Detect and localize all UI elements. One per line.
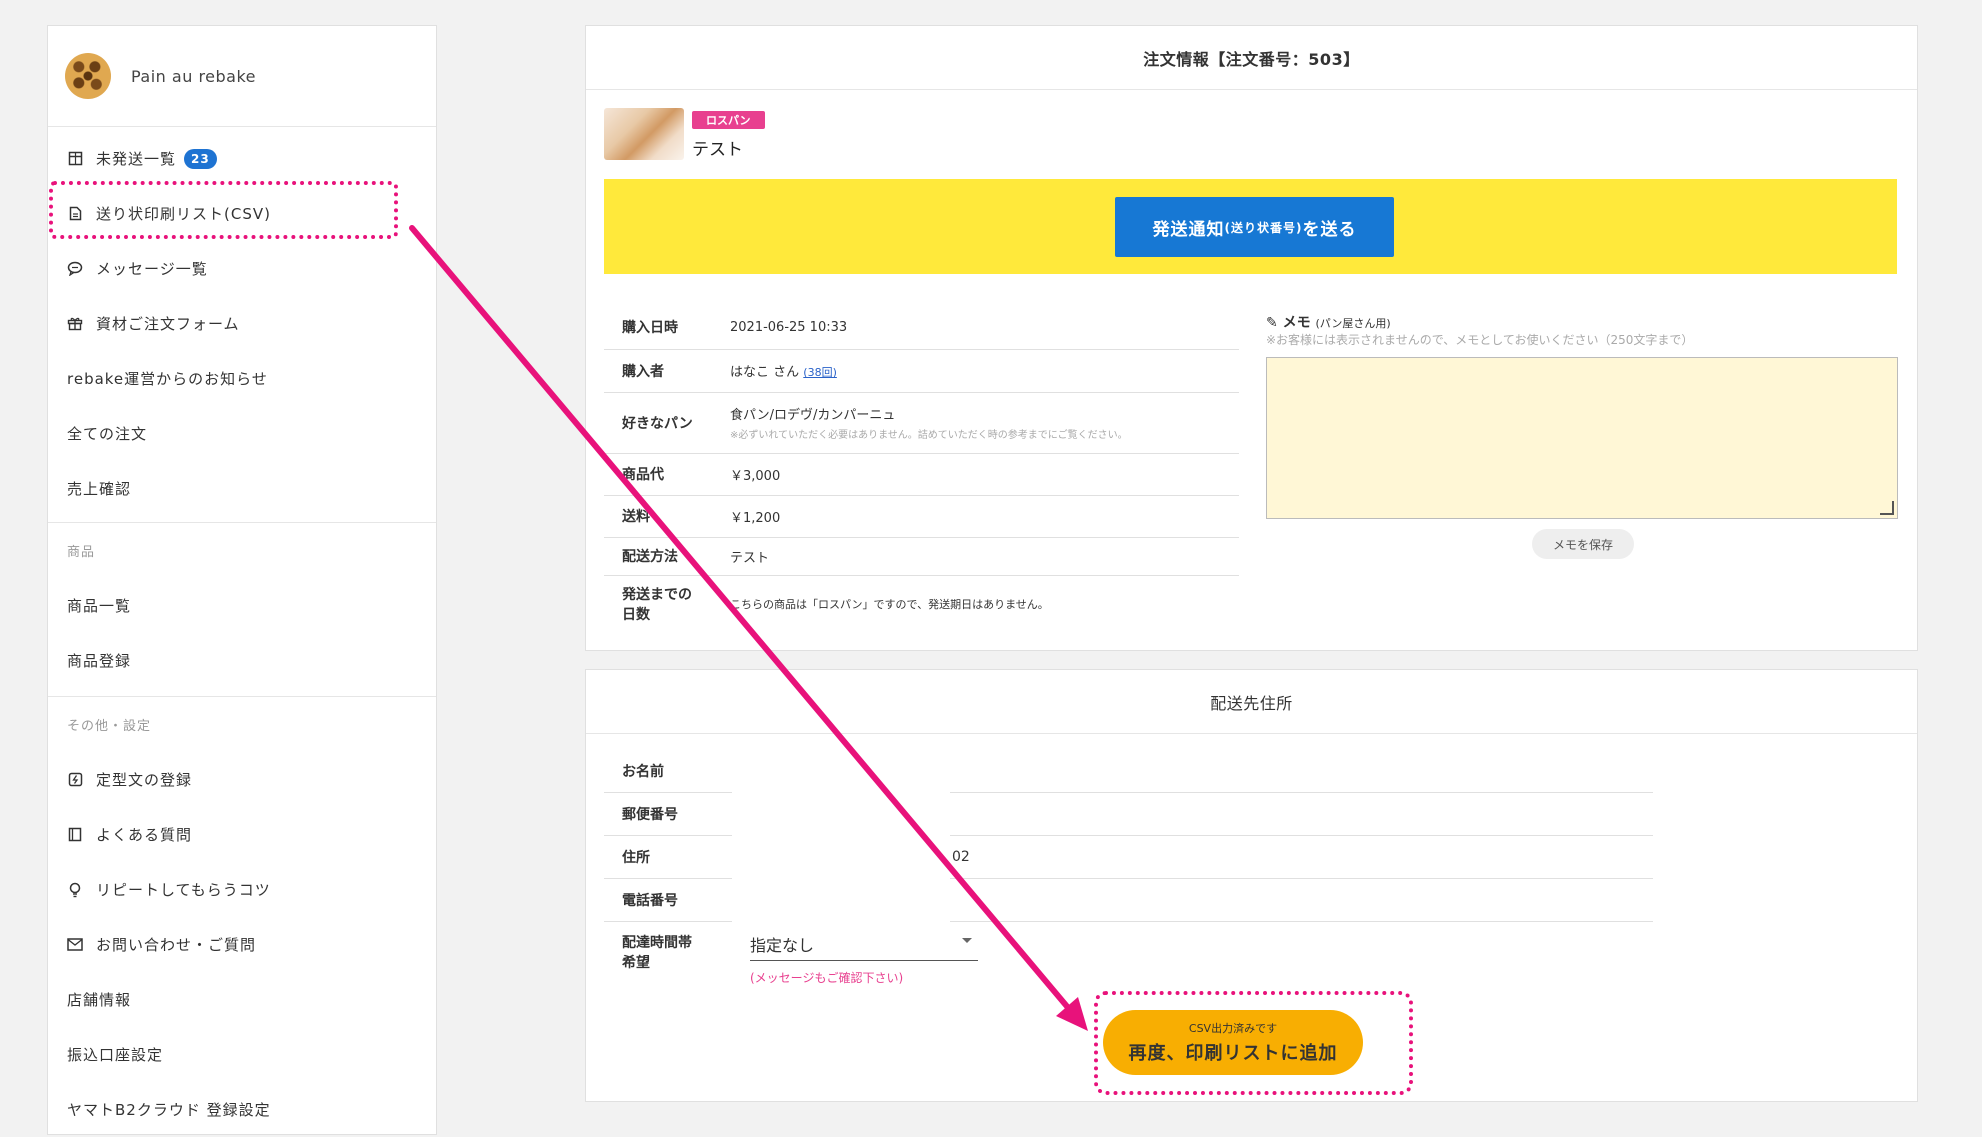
annotation-arrow [409, 225, 1088, 1031]
arrow-shaft [409, 225, 1073, 1013]
